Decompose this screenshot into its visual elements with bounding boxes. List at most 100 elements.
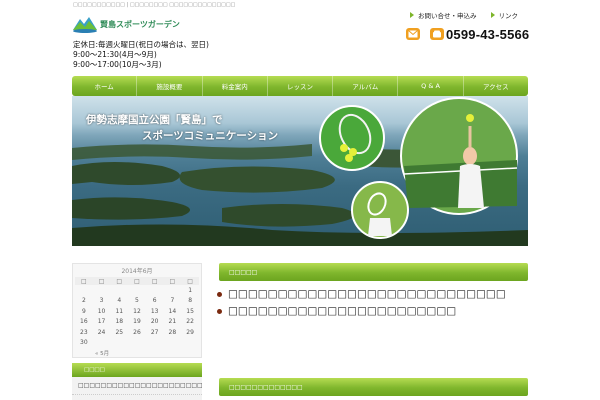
weekday: □ (110, 277, 129, 285)
calendar-day: 1 (188, 286, 193, 294)
calendar-day (164, 338, 182, 349)
news-heading: □□□□□ (219, 263, 528, 281)
nav-lessons[interactable]: レッスン (266, 76, 332, 96)
calendar-week: 30 (75, 338, 199, 349)
news-item-text: □□□□□□□□□□□□□□□□□□□□□□□ (228, 305, 457, 317)
calendar-day: 15 (186, 307, 194, 315)
site-name: 賢島スポーツガーデン (100, 19, 180, 29)
phone-icon[interactable] (430, 28, 444, 40)
calendar-day: 2 (81, 297, 86, 305)
logo-mountain-icon (73, 17, 97, 33)
arrow-icon (490, 12, 495, 18)
site-logo[interactable]: 賢島スポーツガーデン (72, 14, 196, 34)
calendar-day: 18 (115, 318, 124, 326)
weekday: □ (181, 277, 199, 285)
calendar-day: 21 (168, 318, 177, 326)
nav-home[interactable]: ホーム (72, 76, 136, 96)
news-item[interactable]: □□□□□□□□□□□□□□□□□□□□□□□ (217, 305, 506, 317)
main-nav: ホーム 施設概要 料金案内 レッスン アルバム Q & A アクセス (72, 76, 528, 96)
nav-album[interactable]: アルバム (332, 76, 397, 96)
closed-days: 定休日:毎週火曜日(祝日の場合は、翌日) (73, 40, 209, 49)
calendar-day: 7 (170, 297, 175, 305)
news-item-text: □□□□□□□□□□□□□□□□□□□□□□□□□□□□ (228, 288, 506, 300)
bullet-icon (217, 308, 222, 314)
weekday: □ (75, 277, 93, 285)
calendar-day (110, 285, 128, 296)
bullet-icon (217, 291, 222, 297)
hero-title: 伊勢志摩国立公園「賢島」で (86, 114, 223, 126)
calendar-day (75, 285, 93, 296)
nav-access[interactable]: アクセス (462, 76, 528, 96)
calendar-day: 25 (115, 328, 124, 336)
calendar-widget: 2014年6月 □ □ □ □ □ □ □ 1 2345678 9 10 11 12 1… (72, 263, 202, 358)
calendar-weekdays: □ □ □ □ □ □ □ (75, 277, 199, 285)
calendar-day: 10 (97, 307, 106, 315)
calendar-day (128, 338, 146, 349)
calendar-day: 19 (133, 318, 141, 326)
calendar-day: 14 (168, 307, 177, 315)
calendar-day (146, 285, 164, 296)
calendar-day: 29 (186, 328, 194, 336)
calendar-day (146, 338, 164, 349)
hero-banner: 伊勢志摩国立公園「賢島」で スポーツコミュニケーション (72, 96, 528, 246)
calendar-week: 1 (75, 285, 199, 296)
news-item[interactable]: □□□□□□□□□□□□□□□□□□□□□□□□□□□□ (217, 288, 506, 300)
hero-subtitle: スポーツコミュニケーション (142, 130, 279, 142)
calendar-week: 16 17 18 19 20 21 22 (75, 317, 199, 328)
nav-faq[interactable]: Q & A (397, 76, 462, 96)
sidebar-heading: □□□□ (72, 363, 202, 377)
calendar-day: 28 (168, 328, 177, 336)
calendar-day: 8 (188, 297, 193, 305)
calendar-day: 4 (117, 297, 122, 305)
weekday: □ (92, 277, 111, 285)
news-list: □□□□□□□□□□□□□□□□□□□□□□□□□□□□ □□□□□□□□□□□… (217, 288, 506, 322)
calendar-day: 24 (97, 328, 106, 336)
hours-summer: 9:00〜21:30(4月〜9月) (73, 50, 157, 59)
calendar-day: 20 (150, 318, 159, 326)
section-heading: □□□□□□□□□□□□□ (219, 378, 528, 396)
contact-link[interactable]: お問い合せ・申込み (410, 10, 477, 20)
calendar-day: 23 (80, 328, 88, 336)
site-tagline: □□□□□□□□□□□ | □□□□□□□□ □□□□□□□□□□□□□□ (73, 2, 236, 8)
weekday: □ (128, 277, 146, 285)
calendar-day: 5 (135, 297, 139, 305)
calendar-day: 17 (97, 318, 106, 326)
calendar-day: 12 (133, 307, 141, 315)
calendar-day: 30 (80, 339, 88, 347)
calendar-day (93, 285, 111, 296)
weekday: □ (163, 277, 182, 285)
calendar-week: 23 24 25 26 27 28 29 (75, 327, 199, 338)
calendar-day: 11 (115, 307, 124, 315)
nav-pricing[interactable]: 料金案内 (201, 76, 267, 96)
calendar-day: 3 (99, 297, 104, 305)
contact-icons (406, 28, 444, 40)
calendar-day (93, 338, 111, 349)
calendar-day: 6 (152, 297, 157, 305)
calendar-prev-link[interactable]: « 5月 (95, 349, 201, 357)
weekday: □ (145, 277, 164, 285)
calendar-day (128, 285, 146, 296)
calendar-week: 9 10 11 12 13 14 15 (75, 306, 199, 317)
nav-facilities[interactable]: 施設概要 (136, 76, 201, 96)
sidebar-item[interactable]: □□□□□□□□□□□□□□□□□□□□□□□□□□ (72, 377, 202, 395)
business-hours: 定休日:毎週火曜日(祝日の場合は、翌日) 9:00〜21:30(4月〜9月) 9… (73, 40, 209, 70)
calendar-title: 2014年6月 (121, 268, 153, 275)
sidebar-box: □□□□ □□□□□□□□□□□□□□□□□□□□□□□□□□ (72, 363, 202, 400)
arrow-icon (410, 12, 414, 18)
mail-icon[interactable] (406, 28, 420, 40)
calendar-day: 26 (133, 328, 141, 336)
phone-number[interactable]: 0599-43-5566 (446, 27, 529, 42)
calendar-day: 27 (150, 328, 159, 336)
hours-winter: 9:00〜17:00(10月〜3月) (73, 60, 162, 69)
top-links: お問い合せ・申込み リンク (410, 10, 518, 20)
calendar-week: 2 3 4 5 6 7 8 (75, 296, 199, 307)
calendar-day: 22 (186, 318, 194, 326)
calendar-table: □ □ □ □ □ □ □ 1 2345678 9 10 11 12 13 14 15 16… (75, 277, 199, 348)
links-link[interactable]: リンク (490, 10, 518, 20)
calendar-day: 9 (81, 307, 86, 315)
calendar-day: 16 (80, 318, 88, 326)
calendar-day (110, 338, 128, 349)
calendar-day (164, 285, 182, 296)
calendar-day (181, 338, 199, 349)
calendar-day: 13 (150, 307, 159, 315)
